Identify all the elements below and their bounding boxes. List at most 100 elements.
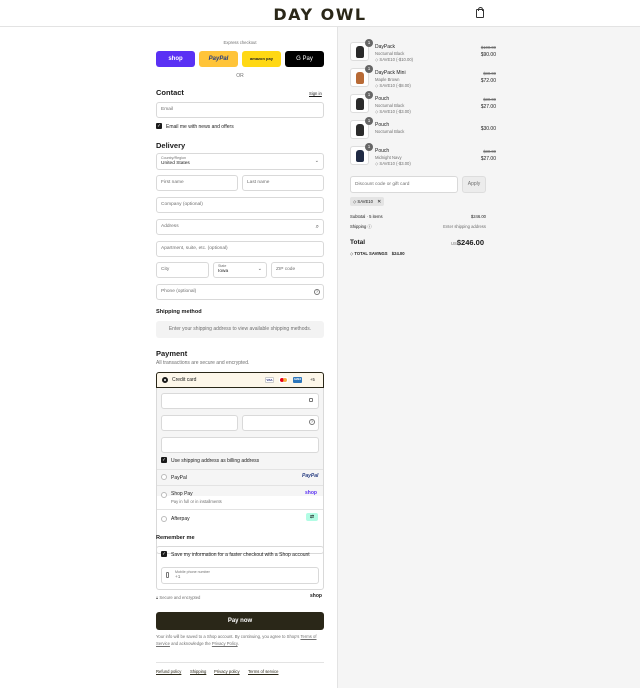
item-discount-text: SAVE10 (-$10.00) — [379, 57, 414, 62]
visa-icon: VISA — [265, 377, 274, 383]
privacy-link[interactable]: Privacy Policy — [212, 641, 238, 646]
afterpay-radio[interactable] — [161, 516, 167, 522]
shop-pay-label: Shop Pay — [171, 491, 193, 497]
country-label: Country/Region — [161, 156, 186, 160]
first-name-input[interactable]: First name — [156, 175, 238, 191]
more-cards-badge: +5 — [310, 377, 315, 382]
city-input[interactable]: City — [156, 262, 209, 278]
order-item: 1 Pouch Midnight Navy ◇ SAVE10 (-$3.00) $30.… — [350, 143, 496, 168]
apply-button[interactable]: Apply — [462, 176, 486, 193]
tag-icon: ◇ — [375, 83, 379, 88]
tag-icon: ◇ — [350, 251, 354, 256]
mobile-value: +1 — [175, 575, 181, 580]
help-icon[interactable]: ? — [309, 419, 315, 425]
shipping-method-heading: Shipping method — [156, 309, 202, 315]
item-price: $27.00 — [480, 156, 496, 162]
google-pay-button[interactable]: G Pay — [285, 51, 324, 67]
shipping-label: Shipping ⓘ — [350, 224, 372, 230]
delivery-heading: Delivery — [156, 141, 186, 150]
discount-tag: ◇ SAVE10 ✕ — [350, 197, 385, 206]
refund-policy-link[interactable]: Refund policy — [156, 669, 181, 674]
paypal-label: PayPal — [171, 475, 187, 481]
state-value: Iowa — [218, 269, 229, 274]
shop-pay-button[interactable]: shop — [156, 51, 195, 67]
shipping-link[interactable]: Shipping — [190, 669, 206, 674]
order-item: 1 Pouch Nocturnal Black ◇ SAVE10 (-$3.00) $3… — [350, 91, 496, 116]
email-input[interactable]: Email — [156, 102, 324, 118]
legal-and: and acknowledge the — [169, 640, 212, 646]
store-logo[interactable]: DAY OWL — [0, 5, 640, 24]
mobile-phone-input[interactable]: Mobile phone number +1 — [161, 567, 319, 584]
shipping-method-message: Enter your shipping address to view avai… — [156, 321, 324, 338]
pay-now-button[interactable]: Pay now — [156, 612, 324, 630]
credit-card-radio[interactable] — [162, 377, 168, 383]
company-input[interactable]: Company (optional) — [156, 197, 324, 213]
quantity-badge: 1 — [365, 91, 373, 99]
card-number-input[interactable] — [161, 393, 319, 409]
state-select[interactable]: State Iowa ⌄ — [213, 262, 267, 278]
expiration-input[interactable] — [161, 415, 238, 431]
paypal-button[interactable]: PayPal — [199, 51, 238, 67]
shop-pay-subtitle: Pay in full or in installments — [171, 499, 222, 504]
item-name: Pouch — [375, 148, 390, 154]
shipping-label-text: Shipping — [350, 224, 367, 229]
currency-label: USD — [451, 241, 460, 246]
quantity-badge: 1 — [365, 117, 373, 125]
legal-end: . — [237, 640, 239, 646]
news-label: Email me with news and offers — [166, 124, 234, 130]
item-discount: ◇ SAVE10 (-$3.00) — [375, 161, 411, 166]
apartment-input[interactable]: Apartment, suite, etc. (optional) — [156, 241, 324, 257]
contact-heading: Contact — [156, 88, 184, 97]
item-variant: Nocturnal Black — [375, 51, 405, 56]
billing-checkbox[interactable]: ✓ — [161, 457, 167, 463]
credit-card-option[interactable]: Credit card VISA AMEX +5 — [156, 372, 324, 388]
country-select[interactable]: Country/Region United States ⌄ — [156, 153, 324, 170]
remember-me-heading: Remember me — [156, 535, 195, 541]
subtotal-value: $246.00 — [470, 214, 486, 219]
or-divider: OR — [236, 73, 244, 79]
security-code-input[interactable]: ? — [242, 415, 319, 431]
cart-icon[interactable] — [476, 7, 484, 18]
remove-tag-icon[interactable]: ✕ — [377, 199, 381, 205]
item-original-price: $30.00 — [483, 97, 496, 102]
address-input[interactable]: Address ⌕ — [156, 219, 324, 235]
payment-subtitle: All transactions are secure and encrypte… — [156, 360, 250, 366]
legal-text: Your info will be saved to a Shop accoun… — [156, 634, 331, 647]
shop-pay-radio[interactable] — [161, 492, 167, 498]
order-summary: 1 DayPack Nocturnal Black ◇ SAVE10 (-$10.00… — [337, 27, 640, 688]
order-item: 1 DayPack Mini Maple Brown ◇ SAVE10 (-$8.00… — [350, 65, 496, 90]
save-info-checkbox[interactable]: ✓ — [161, 551, 167, 557]
chevron-down-icon: ⌄ — [314, 158, 319, 164]
zip-input[interactable]: ZIP code — [271, 262, 324, 278]
savings-value: $24.00 — [391, 251, 405, 256]
product-thumbnail: 1 — [350, 65, 373, 87]
last-name-input[interactable]: Last name — [242, 175, 324, 191]
phone-placeholder: Phone (optional) — [161, 289, 197, 294]
item-name: DayPack Mini — [375, 70, 406, 76]
item-variant: Nocturnal Black — [375, 129, 405, 134]
savings-label: TOTAL SAVINGS — [354, 251, 388, 256]
help-icon[interactable]: ⓘ — [367, 224, 371, 229]
mastercard-icon — [279, 377, 288, 383]
terms-of-service-link[interactable]: Terms of service — [248, 669, 278, 674]
item-price: $27.00 — [480, 104, 496, 110]
name-on-card-input[interactable] — [161, 437, 319, 453]
sign-in-link[interactable]: Sign in — [309, 91, 322, 96]
shop-pay-logo: shop — [305, 490, 317, 496]
help-icon[interactable]: ? — [314, 289, 320, 295]
total-label: Total — [350, 239, 366, 246]
phone-input[interactable]: Phone (optional) ? — [156, 284, 324, 300]
shipping-value: Enter shipping address — [443, 224, 486, 229]
privacy-policy-link[interactable]: Privacy policy — [214, 669, 240, 674]
lock-icon: 🔒︎ — [156, 595, 159, 600]
discount-code-input[interactable]: Discount code or gift card — [350, 176, 458, 193]
tag-code: SAVE10 — [357, 199, 373, 204]
item-original-price: $30.00 — [483, 149, 496, 154]
amazon-pay-button[interactable]: amazon pay — [242, 51, 281, 67]
item-variant: Midnight Navy — [375, 155, 402, 160]
paypal-radio[interactable] — [161, 474, 167, 480]
afterpay-icon: ⇄ — [306, 513, 318, 521]
item-discount-text: SAVE10 (-$8.00) — [379, 83, 411, 88]
news-checkbox[interactable]: ✓ — [156, 123, 162, 129]
item-original-price: $80.00 — [483, 71, 496, 76]
